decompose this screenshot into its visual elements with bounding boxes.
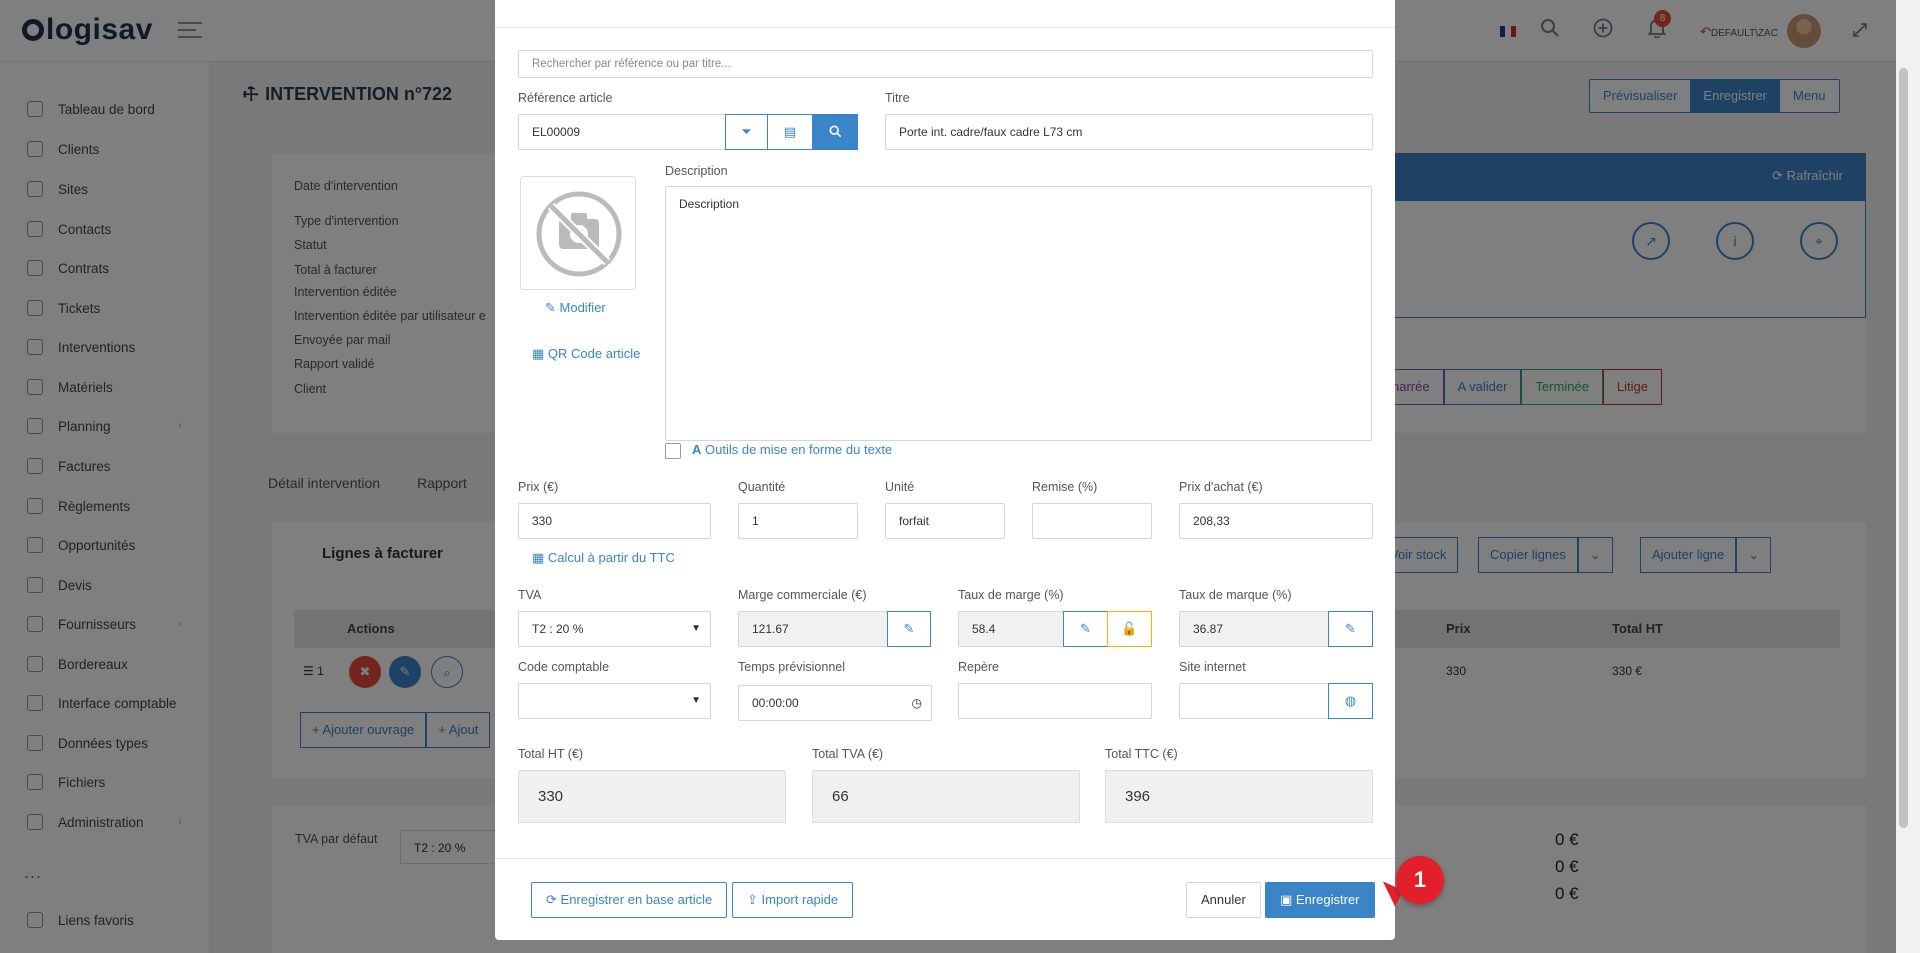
edit-markup-button[interactable]: ✎ bbox=[1328, 611, 1373, 647]
save-to-article-base-button[interactable]: ⟳ Enregistrer en base article bbox=[531, 882, 728, 918]
catalog-button[interactable]: ▤ bbox=[767, 114, 813, 150]
total-ttc-value: 396 bbox=[1105, 770, 1373, 823]
format-tools-link[interactable]: A Outils de mise en forme du texte bbox=[692, 442, 892, 457]
discount-input[interactable] bbox=[1032, 503, 1152, 539]
cancel-button[interactable]: Annuler bbox=[1186, 882, 1261, 918]
modal-header-divider bbox=[495, 27, 1395, 28]
quantity-label: Quantité bbox=[738, 480, 786, 494]
upload-icon: ⇪ bbox=[747, 892, 758, 907]
marker-label: Repère bbox=[958, 660, 999, 674]
markup-rate-input[interactable]: 36.87 bbox=[1179, 611, 1329, 647]
no-photo-icon bbox=[536, 191, 622, 277]
chevron-down-icon: ▼ bbox=[691, 623, 701, 634]
ref-search-button[interactable] bbox=[812, 114, 858, 150]
website-input[interactable] bbox=[1179, 683, 1329, 719]
markup-rate-label: Taux de marque (%) bbox=[1179, 588, 1292, 602]
description-label: Description bbox=[665, 164, 728, 178]
quantity-input[interactable]: 1 bbox=[738, 503, 858, 539]
open-website-button[interactable]: ◍ bbox=[1328, 683, 1373, 719]
format-tools-checkbox[interactable] bbox=[665, 443, 681, 459]
total-ttc-label: Total TTC (€) bbox=[1105, 747, 1178, 761]
refresh-icon: ⟳ bbox=[546, 892, 557, 907]
save-button[interactable]: ▣ Enregistrer bbox=[1265, 882, 1375, 918]
margin-rate-input[interactable]: 58.4 bbox=[958, 611, 1064, 647]
total-ht-label: Total HT (€) bbox=[518, 747, 584, 761]
article-photo[interactable] bbox=[520, 176, 636, 290]
calculator-icon: ▦ bbox=[532, 550, 545, 565]
unit-label: Unité bbox=[885, 480, 915, 494]
scrollbar-thumb[interactable] bbox=[1899, 68, 1908, 828]
pencil-icon: ✎ bbox=[903, 621, 915, 636]
filter-icon: ⏷ bbox=[741, 124, 752, 139]
chevron-down-icon: ▼ bbox=[691, 695, 701, 706]
forecast-time-label: Temps prévisionnel bbox=[738, 660, 845, 674]
total-ht-value: 330 bbox=[518, 770, 786, 823]
price-label: Prix (€) bbox=[518, 480, 559, 494]
forecast-time-input[interactable]: 00:00:00 ◷ bbox=[738, 685, 932, 721]
unlock-icon: 🔓 bbox=[1121, 621, 1138, 636]
pencil-icon: ✎ bbox=[1080, 621, 1091, 636]
website-label: Site internet bbox=[1179, 660, 1246, 674]
margin-input[interactable]: 121.67 bbox=[738, 611, 888, 647]
step-marker: 1 bbox=[1396, 856, 1444, 904]
ref-label: Référence article bbox=[518, 91, 613, 105]
edit-margin-rate-button[interactable]: ✎ bbox=[1063, 611, 1108, 647]
marker-input[interactable] bbox=[958, 683, 1152, 719]
purchase-price-label: Prix d'achat (€) bbox=[1179, 480, 1263, 494]
purchase-price-input[interactable]: 208,33 bbox=[1179, 503, 1373, 539]
pencil-icon: ✎ bbox=[1345, 621, 1356, 636]
ref-input[interactable]: EL00009 bbox=[518, 114, 726, 150]
tva-select[interactable]: T2 : 20 % ▼ bbox=[518, 611, 711, 647]
clock-icon: ◷ bbox=[911, 696, 922, 710]
title-label: Titre bbox=[885, 91, 910, 105]
account-code-label: Code comptable bbox=[518, 660, 610, 674]
title-input[interactable]: Porte int. cadre/faux cadre L73 cm bbox=[885, 114, 1373, 150]
tva-label: TVA bbox=[518, 588, 542, 602]
globe-icon: ◍ bbox=[1344, 693, 1357, 708]
floppy-icon: ▣ bbox=[1280, 892, 1293, 907]
unit-input[interactable]: forfait bbox=[885, 503, 1005, 539]
search-icon bbox=[828, 125, 841, 138]
total-tva-label: Total TVA (€) bbox=[812, 747, 884, 761]
modify-photo-link[interactable]: ✎ Modifier bbox=[545, 300, 606, 316]
quick-import-button[interactable]: ⇪ Import rapide bbox=[732, 882, 854, 918]
ttc-calc-link[interactable]: ▦ Calcul à partir du TTC bbox=[532, 550, 675, 566]
margin-label: Marge commerciale (€) bbox=[738, 588, 867, 602]
card-icon: ▤ bbox=[783, 124, 797, 139]
edit-margin-button[interactable]: ✎ bbox=[887, 611, 931, 647]
account-code-select[interactable]: ▼ bbox=[518, 683, 711, 719]
lock-margin-button[interactable]: 🔓 bbox=[1107, 611, 1152, 647]
qr-code-link[interactable]: ▦ QR Code article bbox=[532, 346, 640, 362]
total-tva-value: 66 bbox=[812, 770, 1080, 823]
font-icon: A bbox=[692, 442, 702, 457]
price-input[interactable]: 330 bbox=[518, 503, 711, 539]
description-textarea[interactable]: Description bbox=[665, 186, 1372, 441]
filter-button[interactable]: ⏷ bbox=[725, 114, 768, 150]
margin-rate-label: Taux de marge (%) bbox=[958, 588, 1064, 602]
article-search-input[interactable]: Rechercher par référence ou par titre... bbox=[518, 50, 1373, 78]
qr-icon: ▦ bbox=[532, 346, 545, 361]
modal-footer-divider bbox=[495, 858, 1395, 859]
discount-label: Remise (%) bbox=[1032, 480, 1098, 494]
